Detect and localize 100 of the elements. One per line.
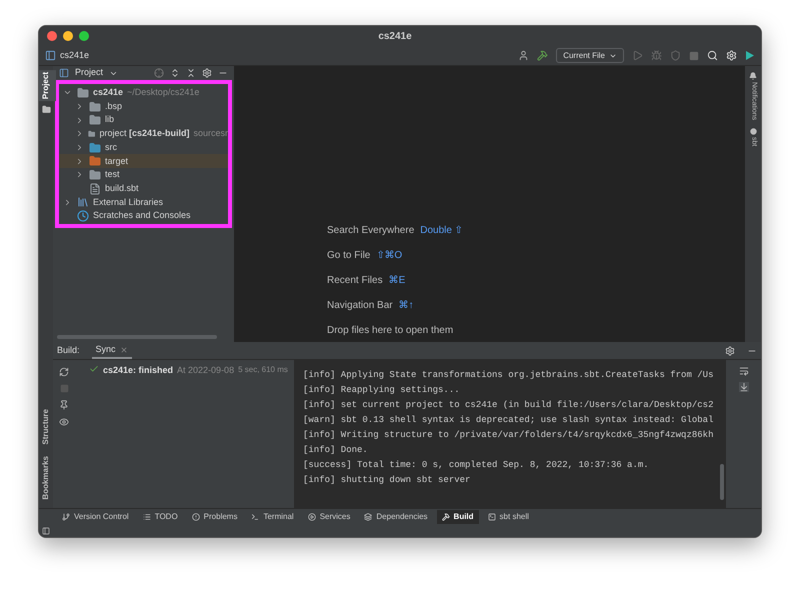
chevron-icon[interactable] [75,129,84,138]
search-icon[interactable] [707,50,718,61]
chevron-icon[interactable] [63,198,72,207]
tree-label: project [cs241e-build] [99,127,190,140]
folder-icon [89,100,101,113]
tool-window-icon [442,512,450,520]
refresh-icon[interactable] [59,367,69,377]
tool-window-button[interactable]: Terminal [246,510,299,524]
close-icon[interactable] [120,346,128,354]
folder-icon [89,168,101,181]
folder-icon [42,105,50,114]
sync-status[interactable]: cs241e: finished [103,364,174,378]
tool-window-button[interactable]: sbt shell [482,510,534,524]
console-line: [info] Writing structure to /private/var/folders/t4/srqykcdx6_35ngf4zwqz86kh [303,429,714,442]
scroll-to-end-icon[interactable] [738,382,748,392]
tool-window-icon [364,512,372,520]
folder-icon [77,86,89,99]
tree-item[interactable]: .bsp [59,100,228,114]
tree-item[interactable]: lib [59,113,228,128]
run-config-dropdown[interactable]: Current File [556,48,624,63]
tool-window-button[interactable]: Build [436,510,479,524]
tool-window-icon [192,512,200,520]
tree-label: test [105,168,120,182]
tree-item[interactable]: src [59,140,228,154]
panel-label: Build: [57,344,80,357]
tool-window-button[interactable]: Version Control [57,510,134,524]
zoom-icon[interactable] [79,31,89,41]
chevron-icon[interactable] [75,156,84,166]
tree-item[interactable]: target [59,154,228,168]
wrap-icon[interactable] [738,366,748,376]
tree-item[interactable]: project [cs241e-build] sourcesr [59,127,228,141]
tool-window-button[interactable]: TODO [138,510,183,524]
hammer-icon[interactable] [537,50,548,61]
collapse-all-icon[interactable] [186,68,196,78]
hint-label: Recent Files [327,274,383,288]
hint-label: Navigation Bar [327,299,393,313]
hint-label: Go to File [327,249,370,263]
tool-window-button[interactable]: Problems [186,510,242,524]
hint-shortcut: Double ⇧ [420,224,463,238]
tree-label: Scratches and Consoles [93,209,191,222]
tree-label: cs241e [93,86,124,100]
file-icon [89,182,101,195]
chevron-icon[interactable] [75,170,84,180]
tree-item[interactable]: build.sbt [59,182,228,196]
console-line: [info] Reapplying settings... [303,384,460,397]
close-icon[interactable] [47,31,57,41]
console-line: [info] Done. [303,444,368,457]
tool-window-icon [488,512,496,520]
console-line: [info] Applying State transformations org.jetbrains.sbt.CreateTasks from /Us [303,369,714,382]
tree-suffix: sourcesr [193,127,228,140]
settings-icon[interactable] [202,68,212,78]
tree-item[interactable]: cs241e ~/Desktop/cs241e [59,86,228,100]
locate-icon[interactable] [154,68,164,78]
stripe-tab[interactable]: Structure [39,406,56,446]
check-icon [89,364,99,374]
user-icon[interactable] [518,50,530,61]
tree-label: lib [105,113,114,126]
tree-label: src [105,140,117,154]
chevron-icon[interactable] [75,143,84,152]
settings-icon[interactable] [725,346,735,356]
eye-icon[interactable] [59,417,69,427]
tree-item[interactable]: External Libraries [59,196,228,210]
hint-shortcut: ⇧⌘O [376,249,402,263]
panel-tab[interactable]: Sync [92,342,132,359]
clock-icon [77,210,89,222]
pin-icon[interactable] [59,400,69,410]
dot-icon [750,128,756,136]
tool-window-icon [251,512,260,520]
stripe-tab[interactable]: Project [39,70,56,102]
panel-title[interactable]: Project [75,66,104,80]
hint-label: Drop files here to open them [327,324,454,338]
tree-label: External Libraries [93,196,164,209]
tool-window-button[interactable]: Services [302,510,356,524]
stripe-tab[interactable]: Bookmarks [39,454,56,502]
tree-item[interactable]: test [59,168,228,182]
layout-icon[interactable] [42,526,50,534]
console-line: [info] set current project to cs241e (in build file:/Users/clara/Desktop/cs2 [303,399,714,412]
tool-window-icon [308,512,316,520]
window-title: cs241e [378,30,412,44]
tree-item[interactable]: Scratches and Consoles [59,209,228,223]
folder-icon [89,155,101,168]
sync-duration: 5 sec, 610 ms [238,364,288,376]
hint-label: Search Everywhere [327,224,414,238]
settings-icon[interactable] [726,50,737,61]
tree-label: .bsp [105,100,122,113]
expand-all-icon[interactable] [170,68,180,78]
logo-icon[interactable] [745,50,755,61]
tool-window-icon [62,512,70,520]
tool-window-button[interactable]: Dependencies [359,510,433,524]
minimize-icon[interactable] [63,31,73,41]
folder-icon [89,142,101,154]
console-line: [warn] sbt 0.13 shell syntax is deprecated; use slash syntax instead: Global [303,414,714,427]
console-line: [info] shutting down sbt server [303,474,470,487]
tree-label: target [105,154,128,168]
chevron-icon[interactable] [75,116,84,125]
tree-path: ~/Desktop/cs241e [127,86,200,100]
hint-shortcut: ⌘↑ [398,299,414,313]
project-name[interactable]: cs241e [60,48,90,62]
console-line: [success] Total time: 0 s, completed Sep. 8, 2022, 10:37:36 a.m. [303,459,649,472]
chevron-icon[interactable] [75,102,84,112]
